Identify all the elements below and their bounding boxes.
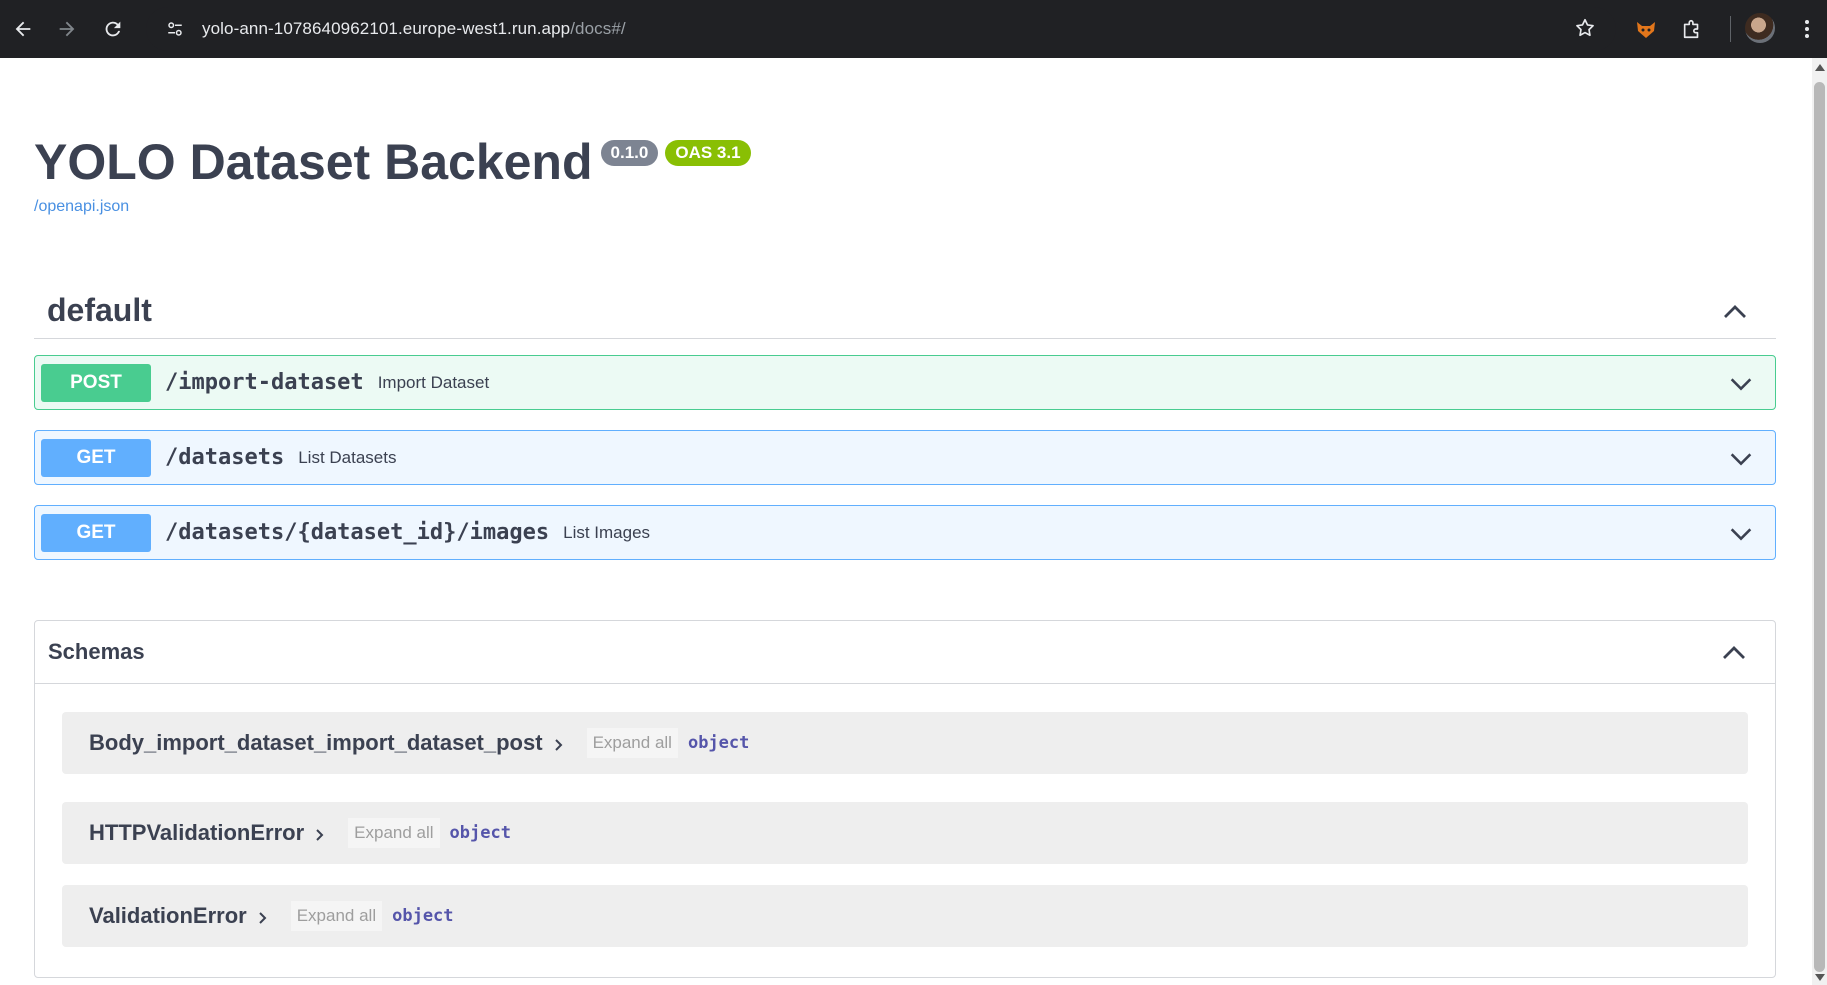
url-text: yolo-ann-1078640962101.europe-west1.run.… — [202, 19, 626, 39]
bookmark-star-icon[interactable] — [1568, 11, 1602, 45]
arrow-left-icon — [15, 21, 31, 37]
chevron-up-icon[interactable] — [1719, 638, 1749, 668]
address-bar[interactable]: yolo-ann-1078640962101.europe-west1.run.… — [146, 7, 1616, 51]
operation-summary: List Images — [563, 522, 651, 542]
method-badge: GET — [41, 513, 151, 552]
tag-title: default — [47, 292, 152, 328]
operation-path: /datasets/{dataset_id}/images — [165, 520, 550, 545]
schema-name: ValidationError — [89, 903, 247, 928]
schema-type: object — [392, 906, 454, 926]
openapi-json-link[interactable]: /openapi.json — [34, 198, 751, 216]
schema-body-import-dataset[interactable]: Body_import_dataset_import_dataset_post … — [62, 712, 1748, 774]
url-path: /docs#/ — [570, 19, 626, 38]
forward-button[interactable] — [44, 6, 90, 52]
scroll-thumb[interactable] — [1814, 82, 1825, 972]
url-host: yolo-ann-1078640962101.europe-west1.run.… — [202, 19, 571, 38]
chevron-down-icon[interactable] — [1727, 445, 1755, 473]
profile-avatar[interactable] — [1745, 13, 1775, 43]
opblock-get-datasets[interactable]: GET /datasets List Datasets — [34, 430, 1776, 485]
puzzle-extensions-icon[interactable] — [1674, 11, 1710, 47]
site-settings-icon[interactable] — [158, 12, 192, 46]
reload-button[interactable] — [90, 6, 136, 52]
schemas-title: Schemas — [48, 639, 145, 664]
api-title: YOLO Dataset Backend — [34, 134, 593, 190]
operation-summary: List Datasets — [298, 447, 397, 467]
reload-icon — [105, 21, 121, 37]
schema-http-validation-error[interactable]: HTTPValidationError Expand all object — [62, 802, 1748, 864]
swagger-ui: YOLO Dataset Backend 0.1.0 OAS 3.1 /open… — [0, 58, 1812, 985]
chevron-right-icon[interactable] — [255, 910, 271, 926]
fox-extension-icon[interactable] — [1628, 11, 1664, 47]
schema-validation-error[interactable]: ValidationError Expand all object — [62, 885, 1748, 947]
arrow-right-icon — [59, 21, 75, 37]
chevron-down-icon[interactable] — [1727, 370, 1755, 398]
tag-section-default[interactable]: default — [34, 283, 1776, 339]
schemas-header[interactable]: Schemas — [35, 621, 1775, 684]
browser-menu-icon[interactable] — [1792, 11, 1822, 47]
operation-path: /datasets — [165, 445, 285, 470]
schema-name: HTTPValidationError — [89, 820, 305, 845]
method-badge: POST — [41, 363, 151, 402]
version-badge: 0.1.0 — [600, 140, 659, 166]
oas-badge: OAS 3.1 — [665, 140, 751, 166]
expand-all-button[interactable]: Expand all — [586, 728, 678, 758]
chevron-right-icon[interactable] — [312, 827, 328, 843]
expand-all-button[interactable]: Expand all — [290, 901, 383, 931]
toolbar-divider — [1730, 16, 1731, 42]
opblock-post-import-dataset[interactable]: POST /import-dataset Import Dataset — [34, 355, 1776, 410]
schema-type: object — [449, 823, 511, 843]
api-info: YOLO Dataset Backend 0.1.0 OAS 3.1 /open… — [34, 130, 751, 216]
schema-name: Body_import_dataset_import_dataset_post — [89, 730, 543, 755]
browser-toolbar: yolo-ann-1078640962101.europe-west1.run.… — [0, 0, 1827, 58]
schema-type: object — [687, 733, 750, 753]
page-scrollbar[interactable] — [1812, 58, 1827, 985]
chevron-right-icon[interactable] — [551, 737, 567, 753]
chevron-down-icon[interactable] — [1727, 520, 1755, 548]
schemas-section: Schemas Body_import_dataset_import_datas… — [34, 620, 1776, 978]
scroll-down-arrow-icon[interactable] — [1815, 974, 1825, 981]
operation-summary: Import Dataset — [377, 372, 490, 392]
chevron-up-icon[interactable] — [1720, 297, 1750, 327]
back-button[interactable] — [0, 6, 46, 52]
operation-path: /import-dataset — [165, 370, 364, 395]
method-badge: GET — [41, 438, 151, 477]
opblock-get-dataset-images[interactable]: GET /datasets/{dataset_id}/images List I… — [34, 505, 1776, 560]
expand-all-button[interactable]: Expand all — [348, 818, 440, 848]
scroll-up-arrow-icon[interactable] — [1815, 64, 1825, 71]
